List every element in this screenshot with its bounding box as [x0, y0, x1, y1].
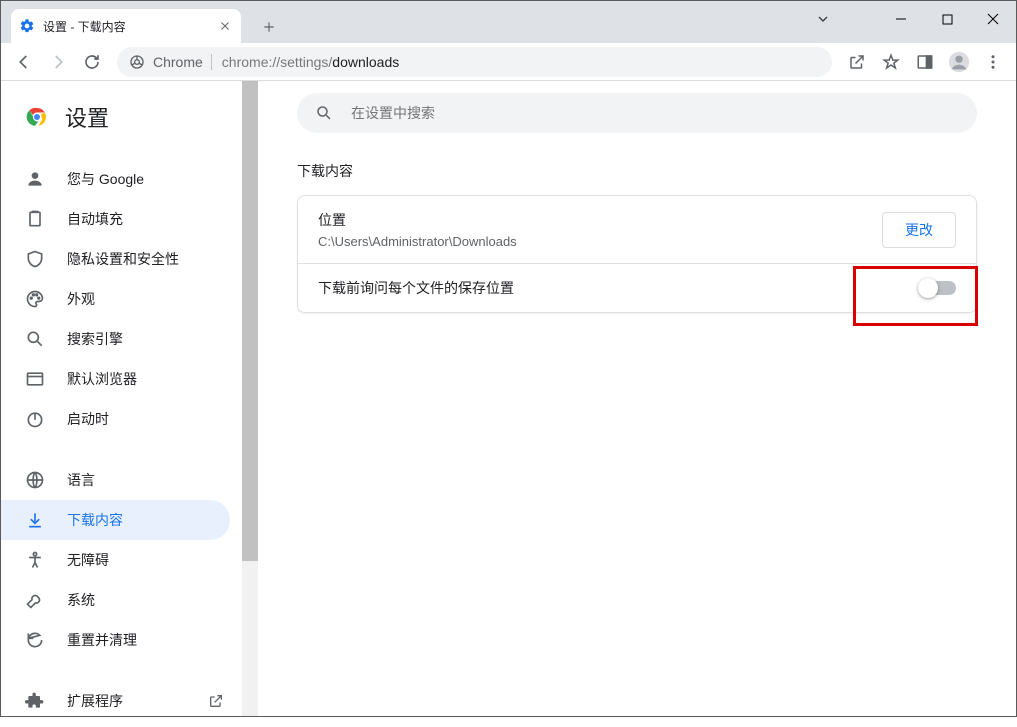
- change-location-button[interactable]: 更改: [882, 212, 956, 248]
- back-button[interactable]: [7, 47, 41, 77]
- sidebar-label: 系统: [67, 590, 95, 610]
- sidebar-item-accessibility[interactable]: 无障碍: [1, 540, 230, 580]
- profile-icon[interactable]: [942, 47, 976, 77]
- download-location-row: 位置 C:\Users\Administrator\Downloads 更改: [298, 196, 976, 263]
- sidebar-item-extensions[interactable]: 扩展程序: [1, 681, 230, 721]
- site-scheme-label: Chrome: [153, 54, 203, 70]
- menu-icon[interactable]: [976, 47, 1010, 77]
- maximize-button[interactable]: [924, 1, 970, 37]
- sidebar-list: 您与 Google 自动填充 隐私设置和安全性 外观 搜索引擎 默认浏览器 启动…: [1, 153, 258, 727]
- sidebar-label: 下载内容: [67, 510, 123, 530]
- browser-titlebar: 设置 - 下载内容: [1, 1, 1016, 43]
- sidebar-scrollbar-thumb[interactable]: [242, 81, 258, 561]
- clipboard-icon: [25, 209, 45, 229]
- sidebar-label: 默认浏览器: [67, 369, 137, 389]
- gear-icon: [19, 18, 35, 34]
- new-tab-button[interactable]: [255, 13, 283, 41]
- sidebar-item-autofill[interactable]: 自动填充: [1, 199, 230, 239]
- search-icon: [25, 329, 45, 349]
- sidebar-label: 语言: [67, 470, 95, 490]
- sidebar-scrollbar-track[interactable]: [242, 81, 258, 716]
- accessibility-icon: [25, 550, 45, 570]
- section-title: 下载内容: [297, 161, 977, 181]
- sidebar-label: 您与 Google: [67, 169, 144, 189]
- person-icon: [25, 169, 45, 189]
- sidebar-label: 重置并清理: [67, 630, 137, 650]
- minimize-button[interactable]: [878, 1, 924, 37]
- sidebar-divider: [1, 449, 258, 450]
- browser-toolbar: Chrome chrome://settings/downloads: [1, 43, 1016, 81]
- settings-content: 设置 您与 Google 自动填充 隐私设置和安全性 外观 搜索引擎 默认浏览器…: [1, 81, 1016, 716]
- toggle-knob: [918, 278, 938, 298]
- globe-icon: [25, 470, 45, 490]
- sidebar-label: 启动时: [67, 409, 109, 429]
- reload-button[interactable]: [75, 47, 109, 77]
- chrome-logo-icon: [25, 105, 49, 129]
- settings-search[interactable]: [297, 93, 977, 133]
- palette-icon: [25, 289, 45, 309]
- ask-before-download-row: 下载前询问每个文件的保存位置: [298, 263, 976, 312]
- chevron-down-icon[interactable]: [815, 11, 831, 27]
- sidebar-item-downloads[interactable]: 下载内容: [1, 500, 230, 540]
- wrench-icon: [25, 590, 45, 610]
- address-bar[interactable]: Chrome chrome://settings/downloads: [117, 47, 832, 77]
- forward-button[interactable]: [41, 47, 75, 77]
- sidebar-label: 无障碍: [67, 550, 109, 570]
- sidebar-label: 扩展程序: [67, 691, 123, 711]
- omnibox-divider: [211, 54, 212, 70]
- window-controls: [878, 1, 1016, 37]
- close-window-button[interactable]: [970, 1, 1016, 37]
- sidebar-item-search-engine[interactable]: 搜索引擎: [1, 319, 230, 359]
- tab-title: 设置 - 下载内容: [43, 18, 217, 35]
- close-icon[interactable]: [217, 18, 233, 34]
- sidebar-item-privacy[interactable]: 隐私设置和安全性: [1, 239, 230, 279]
- sidebar-label: 搜索引擎: [67, 329, 123, 349]
- external-link-icon: [208, 693, 224, 709]
- url-text: chrome://settings/downloads: [222, 54, 820, 70]
- settings-title: 设置: [65, 101, 109, 133]
- location-label: 位置: [318, 210, 517, 230]
- browser-icon: [25, 369, 45, 389]
- extension-icon: [25, 691, 45, 711]
- sidebar-item-system[interactable]: 系统: [1, 580, 230, 620]
- power-icon: [25, 409, 45, 429]
- settings-sidebar: 设置 您与 Google 自动填充 隐私设置和安全性 外观 搜索引擎 默认浏览器…: [1, 81, 258, 716]
- side-panel-icon[interactable]: [908, 47, 942, 77]
- settings-header: 设置: [1, 81, 258, 153]
- ask-label: 下载前询问每个文件的保存位置: [318, 278, 514, 298]
- sidebar-item-on-startup[interactable]: 启动时: [1, 399, 230, 439]
- sidebar-item-languages[interactable]: 语言: [1, 460, 230, 500]
- ask-toggle[interactable]: [920, 281, 956, 295]
- restore-icon: [25, 630, 45, 650]
- sidebar-item-reset[interactable]: 重置并清理: [1, 620, 230, 660]
- sidebar-label: 自动填充: [67, 209, 123, 229]
- search-icon: [315, 104, 333, 122]
- download-icon: [25, 510, 45, 530]
- location-path: C:\Users\Administrator\Downloads: [318, 234, 517, 249]
- sidebar-label: 隐私设置和安全性: [67, 249, 179, 269]
- share-icon[interactable]: [840, 47, 874, 77]
- site-info[interactable]: Chrome: [129, 54, 212, 70]
- browser-tab[interactable]: 设置 - 下载内容: [11, 9, 241, 43]
- sidebar-item-appearance[interactable]: 外观: [1, 279, 230, 319]
- sidebar-label: 外观: [67, 289, 95, 309]
- settings-search-input[interactable]: [349, 104, 959, 122]
- chrome-outline-icon: [129, 54, 145, 70]
- sidebar-divider: [1, 670, 258, 671]
- shield-icon: [25, 249, 45, 269]
- sidebar-item-you-and-google[interactable]: 您与 Google: [1, 159, 230, 199]
- downloads-card: 位置 C:\Users\Administrator\Downloads 更改 下…: [297, 195, 977, 313]
- settings-main: 下载内容 位置 C:\Users\Administrator\Downloads…: [258, 81, 1016, 716]
- sidebar-item-default-browser[interactable]: 默认浏览器: [1, 359, 230, 399]
- bookmark-icon[interactable]: [874, 47, 908, 77]
